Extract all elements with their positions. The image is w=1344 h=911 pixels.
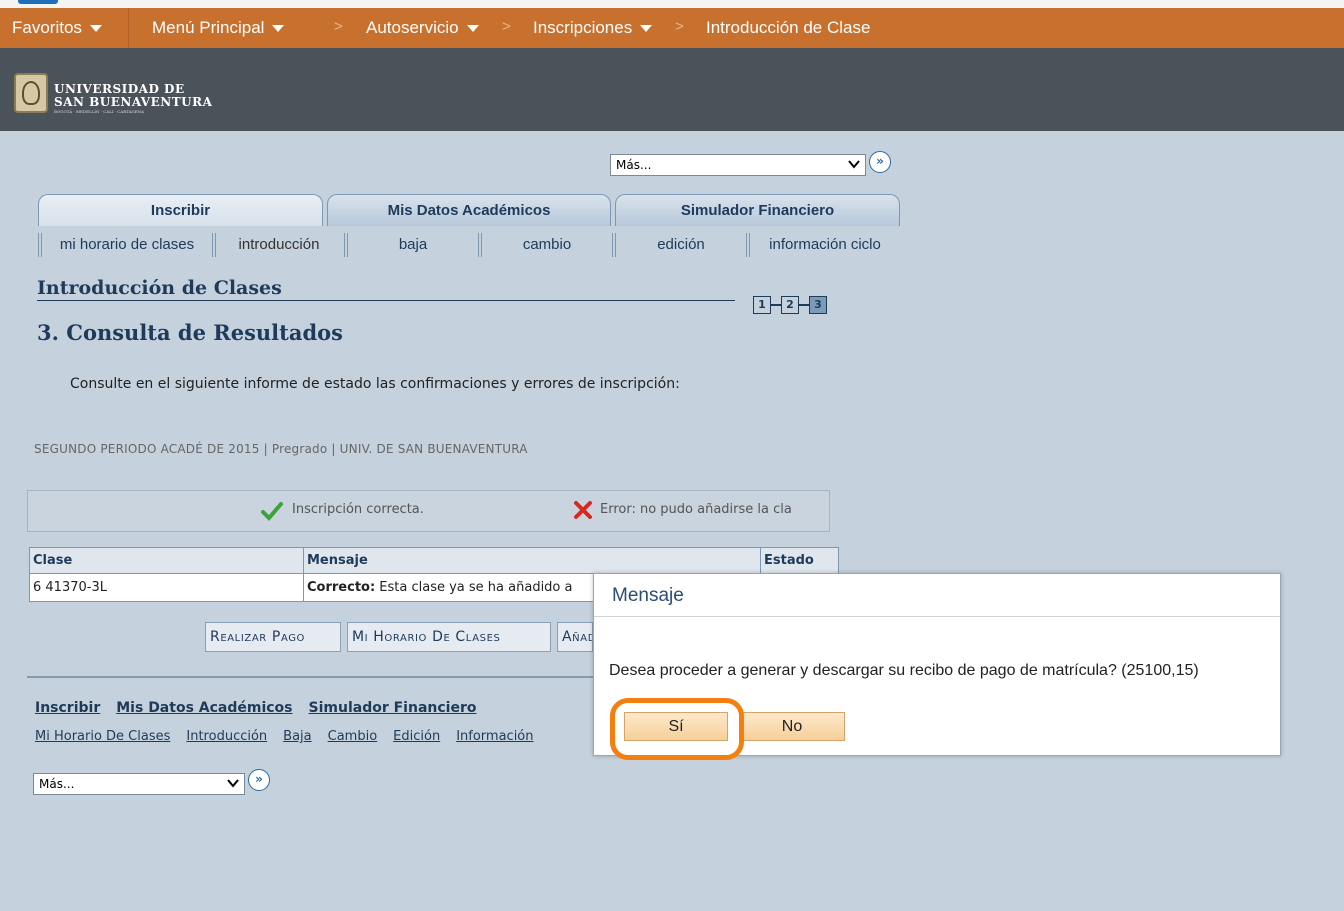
section-divider: [27, 676, 597, 678]
link-inscribir[interactable]: Inscribir: [35, 700, 100, 716]
breadcrumb-separator-icon: >: [502, 18, 511, 35]
chevron-down-icon: [89, 25, 102, 33]
legend-ok-label: Inscripción correcta.: [292, 502, 424, 517]
link-mis-datos-academicos[interactable]: Mis Datos Académicos: [116, 700, 292, 716]
top-more-select[interactable]: Más...: [610, 154, 866, 176]
subtab-baja[interactable]: baja: [350, 231, 476, 259]
subtab-edicion[interactable]: edición: [618, 231, 744, 259]
nav-divider: [128, 8, 129, 48]
step-1: 1: [753, 296, 771, 314]
chevron-down-icon: [227, 779, 239, 788]
check-icon: [261, 502, 283, 521]
instruction-text: Consulte en el siguiente informe de esta…: [70, 376, 680, 392]
browser-top-strip: [0, 0, 1344, 8]
step-3: 3: [809, 296, 827, 314]
link-mi-horario[interactable]: Mi Horario De Clases: [35, 729, 170, 744]
subtab-divider: [612, 233, 616, 257]
nav-self-service[interactable]: Autoservicio: [366, 18, 479, 38]
bottom-go-button[interactable]: »: [248, 769, 270, 791]
tab-inscribir[interactable]: Inscribir: [38, 194, 323, 226]
browser-tab-indicator: [18, 0, 58, 4]
error-x-icon: [574, 501, 592, 519]
university-logo: UNIVERSIDAD DE SAN BUENAVENTURA BOGOTÁ ·…: [54, 82, 213, 115]
top-navigation-bar: Favoritos Menú Principal > Autoservicio …: [0, 8, 1344, 48]
status-legend: Inscripción correcta. Error: no pudo aña…: [27, 490, 830, 532]
header-banner: UNIVERSIDAD DE SAN BUENAVENTURA BOGOTÁ ·…: [0, 48, 1344, 131]
bottom-more-select[interactable]: Más...: [33, 773, 245, 795]
chevron-down-icon: [640, 25, 653, 33]
tab-simulador-financiero[interactable]: Simulador Financiero: [615, 194, 900, 226]
top-go-button[interactable]: »: [869, 151, 891, 173]
link-introduccion[interactable]: Introducción: [186, 729, 267, 744]
breadcrumb-separator-icon: >: [334, 18, 343, 35]
title-divider: [37, 300, 735, 301]
legend-error-label: Error: no pudo añadirse la cla: [600, 502, 792, 517]
link-edicion[interactable]: Edición: [393, 729, 440, 744]
subtab-divider: [212, 233, 216, 257]
chevron-down-icon: [848, 160, 860, 169]
subtab-informacion-ciclo[interactable]: información ciclo: [752, 231, 898, 259]
dialog-message: Desea proceder a generar y descargar su …: [609, 662, 1199, 679]
term-info: SEGUNDO PERIODO ACADÉ DE 2015 | Pregrado…: [34, 442, 528, 456]
nav-enrollment[interactable]: Inscripciones: [533, 18, 653, 38]
link-simulador-financiero[interactable]: Simulador Financiero: [309, 700, 477, 716]
link-informacion[interactable]: Información: [456, 729, 533, 744]
subtab-divider: [746, 233, 750, 257]
breadcrumb-separator-icon: >: [675, 18, 684, 35]
my-schedule-button[interactable]: Mi Horario De Clases: [347, 622, 551, 652]
step-connector: [799, 304, 809, 306]
subtab-mi-horario[interactable]: mi horario de clases: [44, 231, 210, 259]
step-2: 2: [781, 296, 799, 314]
step-connector: [771, 304, 781, 306]
tab-mis-datos-academicos[interactable]: Mis Datos Académicos: [327, 194, 611, 226]
step-title: 3. Consulta de Resultados: [37, 320, 343, 345]
col-clase-header: Clase: [29, 547, 304, 574]
nav-main-menu[interactable]: Menú Principal: [152, 18, 285, 38]
col-estado-header: Estado: [760, 547, 839, 574]
chevron-down-icon: [272, 25, 285, 33]
subtab-divider: [344, 233, 348, 257]
dialog-title: Mensaje: [612, 585, 684, 606]
university-seal-icon: [14, 73, 48, 113]
page-title: Introducción de Clases: [37, 277, 282, 299]
bottom-primary-links: Inscribir Mis Datos Académicos Simulador F…: [35, 700, 492, 716]
add-button[interactable]: Añadir: [557, 622, 593, 652]
subtab-introduccion[interactable]: introducción: [218, 231, 340, 259]
table-header-row: Clase Mensaje Estado: [29, 547, 839, 574]
pay-button[interactable]: Realizar Pago: [205, 622, 341, 652]
subtab-divider: [478, 233, 482, 257]
highlight-annotation: [610, 698, 744, 760]
nav-favorites[interactable]: Favoritos: [12, 18, 102, 38]
link-cambio[interactable]: Cambio: [328, 729, 378, 744]
bottom-secondary-links: Mi Horario De Clases Introducción Baja Camb…: [35, 729, 550, 744]
subtab-divider: [38, 233, 42, 257]
link-baja[interactable]: Baja: [283, 729, 311, 744]
dialog-header: Mensaje: [594, 574, 1280, 617]
subtab-cambio[interactable]: cambio: [484, 231, 610, 259]
no-button[interactable]: No: [739, 712, 845, 741]
cell-clase: 6 41370-3L: [29, 573, 304, 602]
col-mensaje-header: Mensaje: [303, 547, 761, 574]
nav-current-page[interactable]: Introducción de Clase: [706, 18, 870, 38]
chevron-down-icon: [466, 25, 479, 33]
